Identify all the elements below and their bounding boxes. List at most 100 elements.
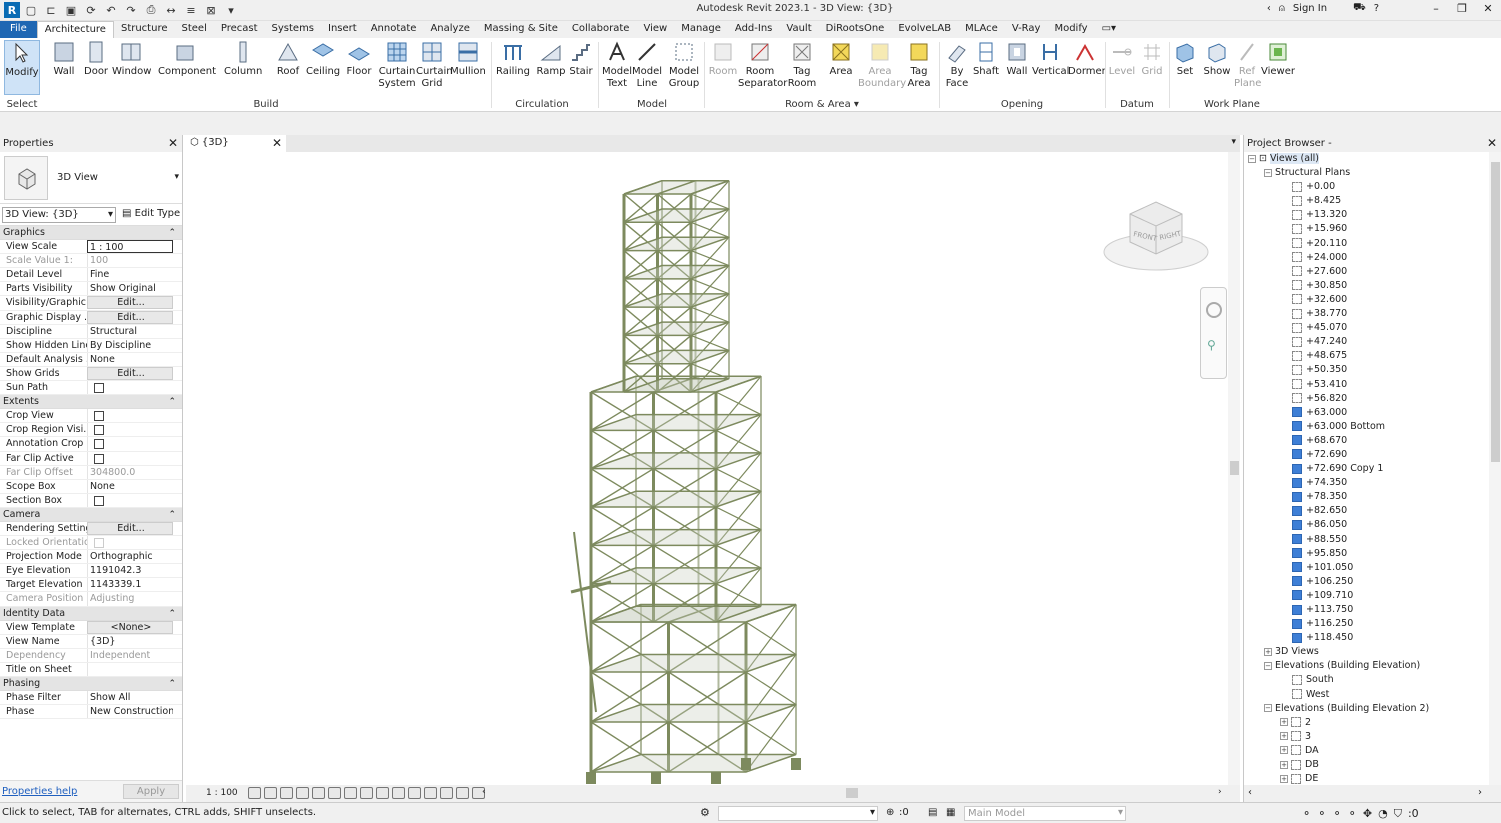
close-browser-icon[interactable]: ✕ (1487, 136, 1497, 150)
tree-item-elevation-2[interactable]: +3 (1244, 730, 1488, 744)
tab-add-ins[interactable]: Add-Ins (728, 21, 779, 38)
property-checkbox[interactable] (94, 439, 104, 450)
property-checkbox[interactable] (94, 425, 104, 436)
tree-item-structural-plan[interactable]: +13.320 (1244, 208, 1488, 222)
close-window-icon[interactable]: ✕ (1479, 2, 1497, 15)
view-scroll-thumb[interactable] (1230, 461, 1239, 475)
tree-item-elevation-2[interactable]: + DB (1244, 758, 1488, 772)
tab-precast[interactable]: Precast (214, 21, 265, 38)
sun-path-icon[interactable] (280, 787, 293, 799)
stair-button[interactable]: Stair (568, 40, 594, 78)
visual-style-icon[interactable] (264, 787, 277, 799)
property-group-header[interactable]: Graphics ⌃ (0, 226, 182, 241)
apply-button[interactable]: Apply (123, 784, 179, 799)
highlight-displacement-icon[interactable] (456, 787, 469, 799)
property-checkbox-cell[interactable] (87, 381, 173, 395)
property-edit-button[interactable]: <None> (87, 620, 173, 634)
tab-modify[interactable]: Modify (1047, 21, 1094, 38)
expand-icon[interactable]: + (1264, 647, 1272, 656)
model-text-button[interactable]: Model Text (602, 40, 632, 90)
tree-item-structural-plan[interactable]: +32.600 (1244, 293, 1488, 307)
viewcube[interactable]: FRONT RIGHT (1100, 192, 1220, 292)
curtain-grid-button[interactable]: Curtain Grid (416, 40, 453, 90)
tree-item-structural-plan[interactable]: +15.960 (1244, 222, 1488, 236)
dormer-button[interactable]: Dormer (1068, 40, 1106, 78)
collapse-group-icon[interactable]: ⌃ (168, 226, 176, 240)
tab-mlace[interactable]: MLAce (958, 21, 1005, 38)
select-by-face-icon[interactable]: ⚬ (1348, 807, 1357, 821)
save-icon[interactable]: ▣ (62, 2, 80, 18)
tab-more-icon[interactable]: ▭▾ (1095, 21, 1123, 38)
tree-item-structural-plan[interactable]: +118.450 (1244, 631, 1488, 645)
tree-item-structural-plan[interactable]: +72.690 (1244, 448, 1488, 462)
tree-item-structural-plan[interactable]: +109.710 (1244, 589, 1488, 603)
tree-item-structural-plan[interactable]: +50.350 (1244, 363, 1488, 377)
tree-item-structural-plan[interactable]: +56.820 (1244, 392, 1488, 406)
property-value[interactable]: {3D} (87, 634, 173, 648)
sign-in-link[interactable]: Sign In (1293, 3, 1327, 14)
view-tab-menu-icon[interactable]: ▾ (1231, 137, 1236, 147)
property-value[interactable]: By Discipline (87, 338, 173, 352)
measure-icon[interactable]: ↔ (162, 2, 180, 18)
property-value[interactable]: 1 : 100 (87, 240, 173, 254)
area-button[interactable]: Area (826, 40, 856, 78)
worksets-icon[interactable]: ⚙ (700, 806, 710, 819)
scroll-right-icon[interactable]: › (1478, 787, 1482, 798)
type-selector[interactable]: 3D View ▾ (0, 152, 182, 204)
floor-button[interactable]: Floor (344, 40, 374, 78)
property-checkbox-cell[interactable] (87, 451, 173, 465)
tree-item-structural-plan[interactable]: +47.240 (1244, 335, 1488, 349)
tree-item-elevation[interactable]: West (1244, 688, 1488, 702)
property-checkbox[interactable] (94, 383, 104, 394)
tab-structure[interactable]: Structure (114, 21, 175, 38)
detail-level-icon[interactable] (248, 787, 261, 799)
tree-item-structural-plan[interactable]: +106.250 (1244, 575, 1488, 589)
expand-icon[interactable]: + (1280, 774, 1288, 783)
tab-file[interactable]: File (0, 21, 37, 38)
tree-item-structural-plan[interactable]: +72.690 Copy 1 (1244, 462, 1488, 476)
print-icon[interactable]: ⎙ (142, 2, 160, 18)
vertical-button[interactable]: Vertical (1032, 40, 1069, 78)
tree-item-structural-plan[interactable]: +116.250 (1244, 617, 1488, 631)
ceiling-button[interactable]: Ceiling (306, 40, 340, 78)
filter-icon[interactable]: ⛉ (1394, 807, 1402, 821)
tree-node-elevations-2[interactable]: − Elevations (Building Elevation 2) (1244, 702, 1488, 716)
property-checkbox[interactable] (94, 453, 104, 464)
tree-item-structural-plan[interactable]: +27.600 (1244, 265, 1488, 279)
tab-insert[interactable]: Insert (321, 21, 364, 38)
property-edit-button[interactable]: Edit... (87, 310, 173, 324)
property-value[interactable] (87, 662, 173, 676)
collapse-group-icon[interactable]: ⌃ (168, 677, 176, 691)
panel-room-area[interactable]: Room & Area ▾ (782, 99, 862, 110)
property-group-header[interactable]: Identity Data ⌃ (0, 606, 182, 621)
property-checkbox-cell[interactable] (87, 437, 173, 451)
tab-steel[interactable]: Steel (175, 21, 214, 38)
open-folder-icon[interactable]: ⊏ (42, 2, 60, 18)
collapse-group-icon[interactable]: ⌃ (168, 395, 176, 409)
property-checkbox[interactable] (94, 411, 104, 422)
unlocked-3d-icon[interactable] (360, 787, 373, 799)
property-edit-button[interactable]: Edit... (87, 366, 173, 380)
workset-dropdown[interactable]: ▾ (718, 806, 878, 821)
tree-item-elevation-2[interactable]: + DE (1244, 772, 1488, 785)
tree-item-elevation-2[interactable]: +2 (1244, 716, 1488, 730)
tab-view[interactable]: View (636, 21, 674, 38)
tree-item-structural-plan[interactable]: +38.770 (1244, 307, 1488, 321)
view-selector-dropdown[interactable]: 3D View: {3D} ▾ (2, 207, 116, 223)
tab-vault[interactable]: Vault (779, 21, 818, 38)
select-pinned-icon[interactable]: ⚬ (1332, 807, 1341, 821)
property-edit-button[interactable]: Edit... (87, 521, 173, 535)
tree-item-structural-plan[interactable]: +95.850 (1244, 547, 1488, 561)
property-group-header[interactable]: Extents ⌃ (0, 395, 182, 410)
tree-item-structural-plan[interactable]: +48.675 (1244, 349, 1488, 363)
property-value[interactable]: Orthographic (87, 550, 173, 564)
property-value[interactable]: Show All (87, 691, 173, 705)
view-horizontal-thumb[interactable] (846, 788, 858, 798)
analytical-model-icon[interactable] (440, 787, 453, 799)
tree-item-structural-plan[interactable]: +63.000 Bottom (1244, 420, 1488, 434)
tree-item-structural-plan[interactable]: +86.050 (1244, 518, 1488, 532)
tree-item-elevation-2[interactable]: + DA (1244, 744, 1488, 758)
expand-icon[interactable]: + (1280, 760, 1288, 769)
component-button[interactable]: Component (158, 40, 216, 78)
cart-icon[interactable]: ⛟ (1353, 2, 1366, 15)
